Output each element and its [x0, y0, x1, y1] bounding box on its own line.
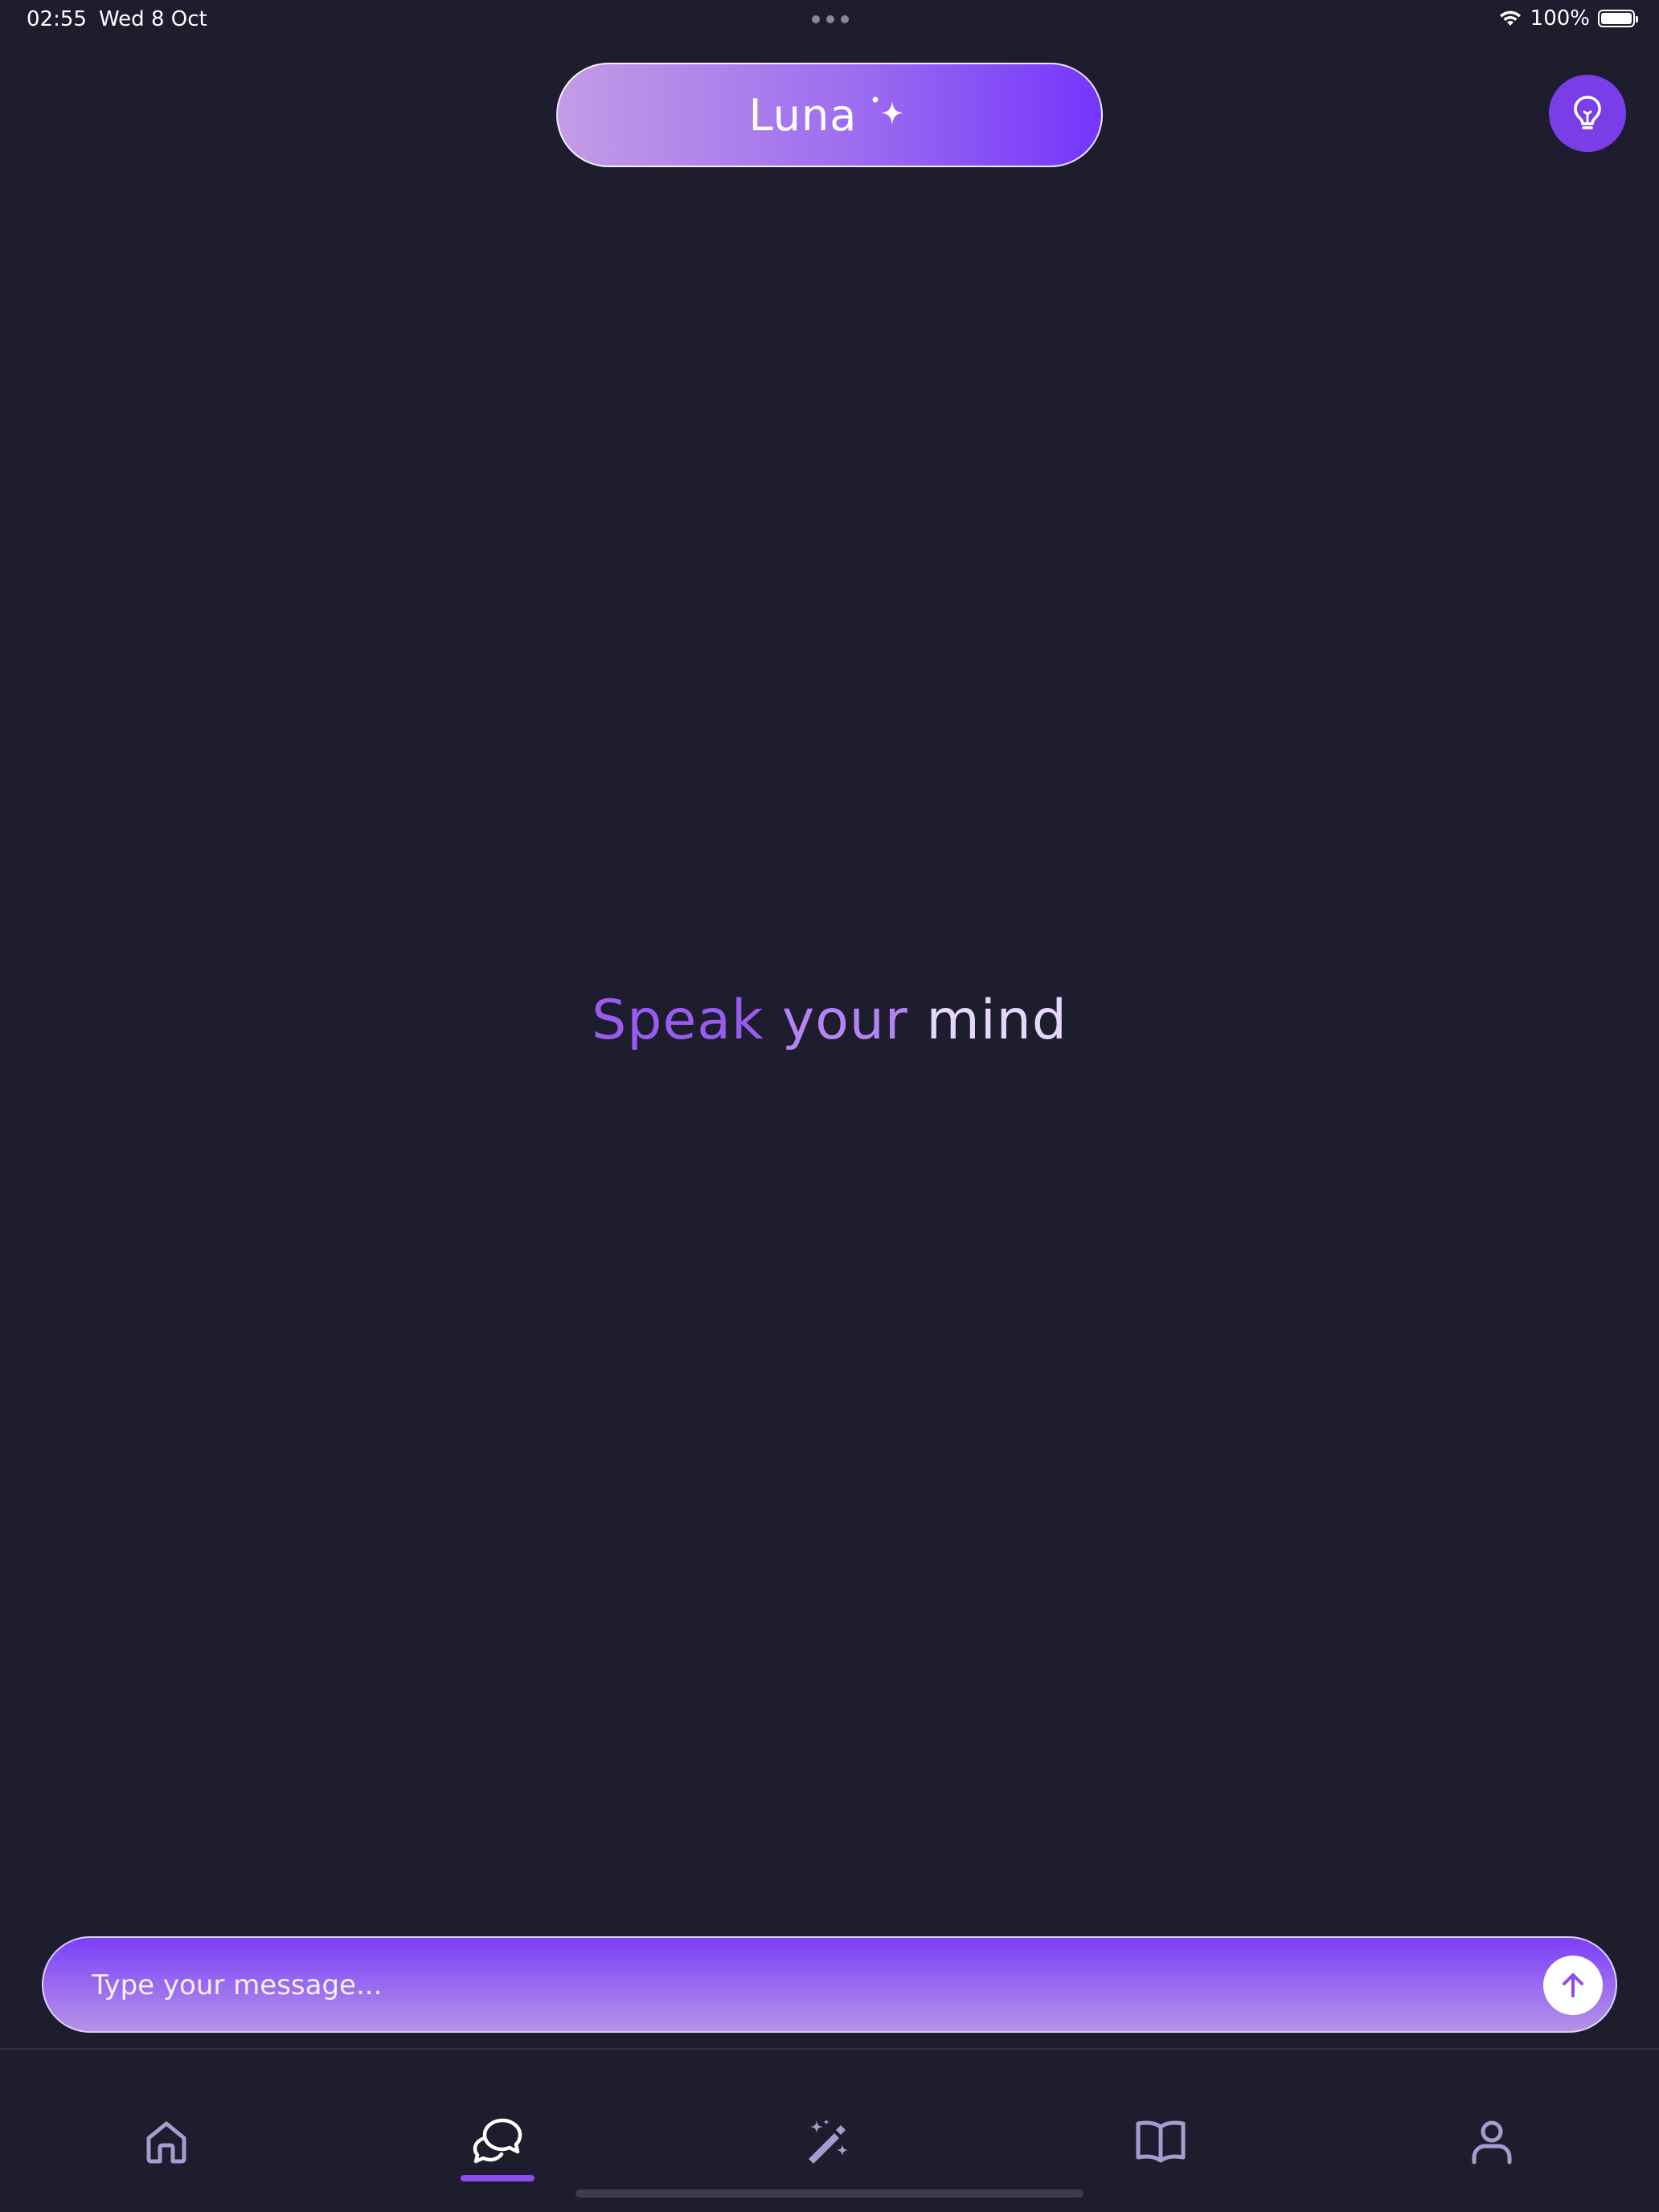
- nav-item-profile[interactable]: [1460, 2109, 1524, 2173]
- battery-percent: 100%: [1530, 6, 1590, 31]
- assistant-title-pill[interactable]: Luna: [556, 63, 1103, 167]
- battery-icon: [1598, 10, 1638, 27]
- battery-fill: [1601, 13, 1632, 24]
- home-icon: [146, 2121, 186, 2164]
- message-input[interactable]: [90, 1938, 1524, 2033]
- bottom-nav: [0, 2050, 1659, 2212]
- wifi-icon: [1499, 10, 1521, 26]
- user-icon: [1472, 2120, 1512, 2165]
- book-icon: [1136, 2120, 1186, 2163]
- chat-screen: 02:55 Wed 8 Oct 100% Luna Speak your min…: [0, 0, 1659, 2212]
- status-time: 02:55: [27, 7, 87, 31]
- empty-state-headline: Speak your mind: [0, 989, 1659, 1052]
- message-composer: [42, 1936, 1617, 2033]
- send-button[interactable]: [1543, 1956, 1603, 2015]
- headline-word-3: mind: [926, 989, 1067, 1052]
- magic-wand-icon: [809, 2119, 848, 2164]
- home-indicator[interactable]: [576, 2189, 1083, 2198]
- status-bar: 02:55 Wed 8 Oct 100%: [0, 0, 1659, 39]
- headline-word-1: Speak: [592, 989, 764, 1052]
- headline-word-2: your: [781, 989, 908, 1052]
- nav-item-magic[interactable]: [796, 2109, 860, 2173]
- arrow-up-icon: [1563, 1973, 1583, 1997]
- sparkle-icon: [872, 96, 904, 125]
- multitasking-dots-icon[interactable]: [812, 15, 849, 23]
- lightbulb-icon: [1574, 96, 1601, 129]
- assistant-name: Luna: [748, 89, 858, 141]
- tips-button[interactable]: [1549, 75, 1626, 152]
- nav-active-indicator: [461, 2175, 535, 2181]
- nav-item-journal[interactable]: [1129, 2109, 1193, 2173]
- nav-item-home[interactable]: [134, 2109, 199, 2173]
- status-indicators: 100%: [1498, 6, 1638, 31]
- nav-item-chat[interactable]: [465, 2109, 530, 2173]
- status-date: Wed 8 Oct: [99, 7, 207, 31]
- chat-bubbles-icon: [473, 2118, 522, 2164]
